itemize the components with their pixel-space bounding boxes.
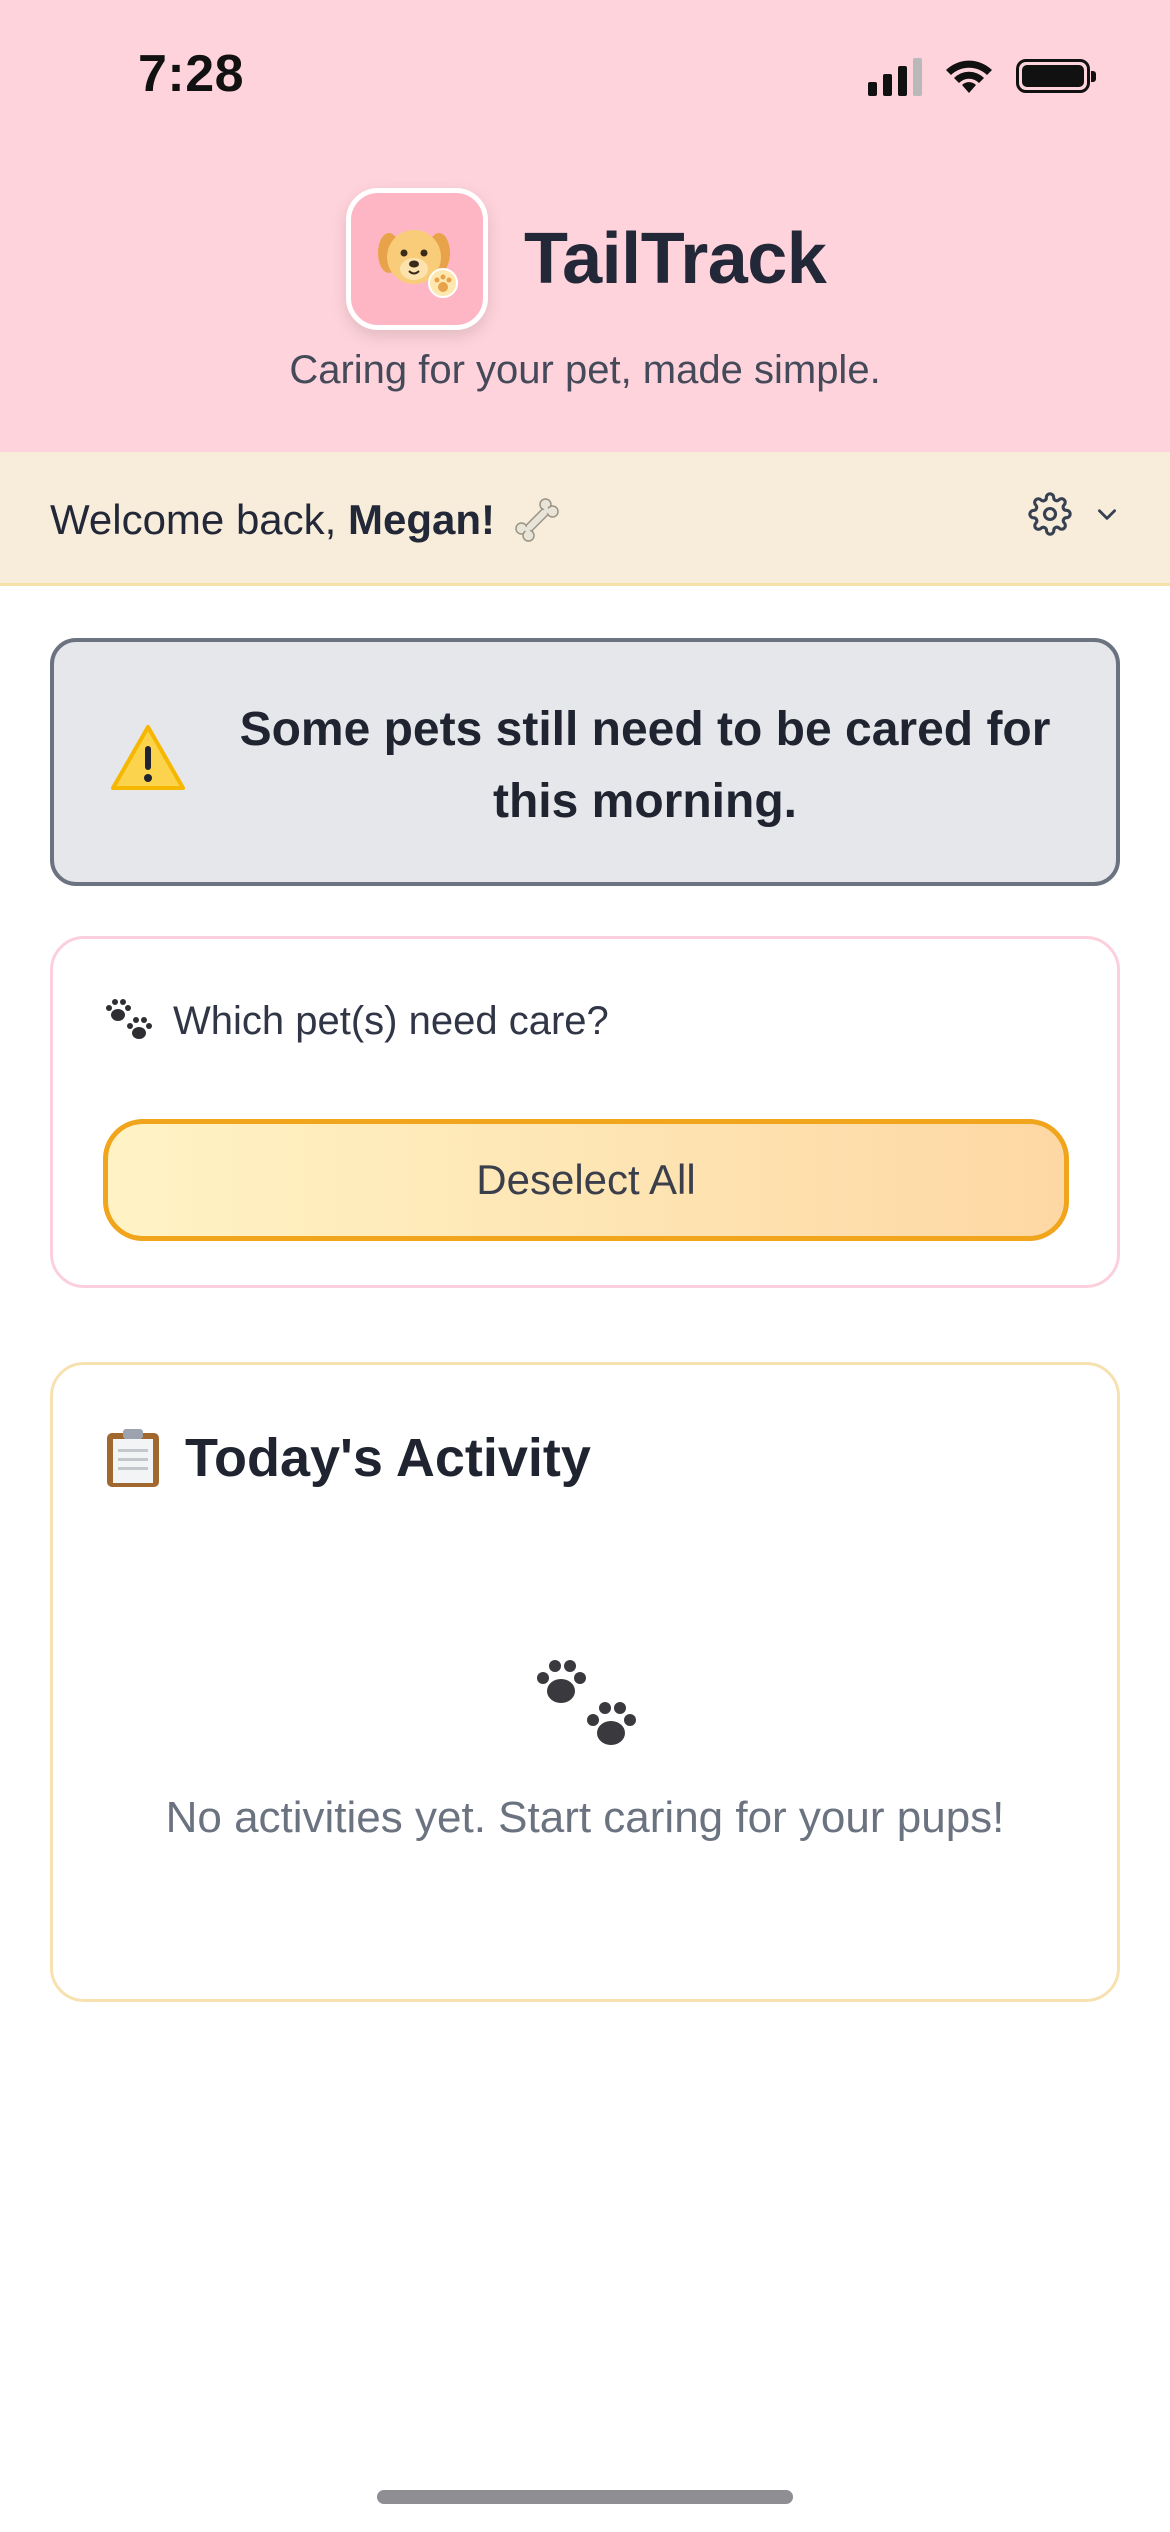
activity-title: Today's Activity xyxy=(185,1428,591,1488)
care-alert-banner: Some pets still need to be cared for thi… xyxy=(50,638,1120,886)
pet-selection-label: Which pet(s) need care? xyxy=(101,993,609,1049)
bone-icon xyxy=(515,498,559,542)
warning-icon xyxy=(111,725,185,790)
paw-prints-icon xyxy=(106,999,152,1039)
app-screen: 7:28 TailTrack Caring for your pet, made… xyxy=(0,0,1170,2532)
app-title: TailTrack xyxy=(524,219,827,299)
home-indicator[interactable] xyxy=(377,2490,793,2504)
chevron-down-icon[interactable] xyxy=(1094,501,1120,527)
battery-icon xyxy=(1016,59,1096,93)
dog-face-icon xyxy=(346,188,488,330)
clipboard-icon xyxy=(107,1429,159,1487)
activity-header: Today's Activity xyxy=(103,1427,591,1489)
todays-activity-card: Today's Activity No activities yet. Star… xyxy=(50,1362,1120,2002)
app-tagline: Caring for your pet, made simple. xyxy=(289,348,881,392)
paw-prints-icon xyxy=(537,1660,636,1745)
welcome-prefix: Welcome back, xyxy=(50,496,348,543)
settings-menu-button[interactable] xyxy=(1028,492,1120,536)
welcome-bar: Welcome back, Megan! xyxy=(0,452,1170,586)
cellular-signal-icon xyxy=(868,56,922,96)
gear-icon[interactable] xyxy=(1028,492,1072,536)
pet-selection-question: Which pet(s) need care? xyxy=(173,998,609,1043)
alert-message: Some pets still need to be cared for thi… xyxy=(239,703,1051,828)
deselect-all-button[interactable]: Deselect All xyxy=(103,1119,1069,1241)
app-header: 7:28 TailTrack Caring for your pet, made… xyxy=(0,0,1170,452)
welcome-message: Welcome back, Megan! xyxy=(50,492,565,548)
user-name: Megan! xyxy=(348,496,495,543)
brand: TailTrack xyxy=(346,188,827,330)
status-icons xyxy=(868,52,1096,100)
status-time: 7:28 xyxy=(138,45,245,103)
empty-activity-message: No activities yet. Start caring for your… xyxy=(165,1793,1005,1842)
wifi-icon xyxy=(946,60,992,93)
pet-selection-card: Which pet(s) need care? Deselect All xyxy=(50,936,1120,1288)
